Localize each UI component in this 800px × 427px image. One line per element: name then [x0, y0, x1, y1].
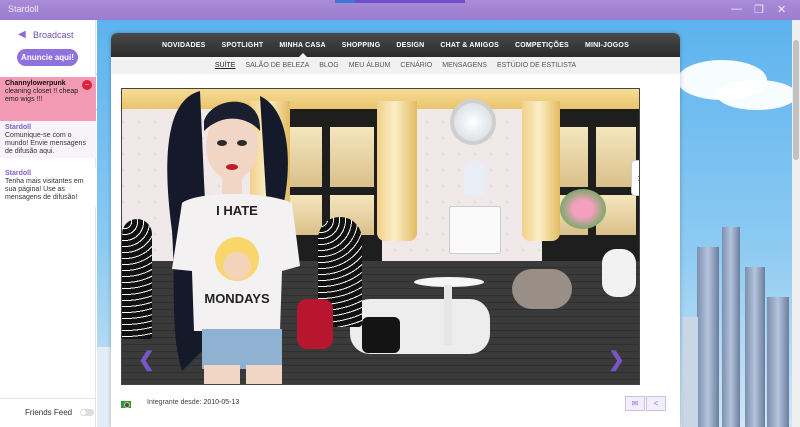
restore-icon[interactable]: ❐ — [754, 3, 764, 16]
nav-chat-amigos[interactable]: CHAT & AMIGOS — [432, 42, 507, 49]
dog — [602, 249, 636, 297]
nav-mini-jogos[interactable]: MINI-JOGOS — [577, 42, 637, 49]
suite-room-scene: I HATE MONDAYS ❮ ❯ › ▣ ⌂ ⌒ ▭ ◙ ⤢ ✓ — [121, 88, 640, 385]
table-stand — [444, 285, 452, 345]
expand-panel-button[interactable]: › — [631, 160, 639, 196]
broadcast-sidebar: ◀ Broadcast Anuncie aqui! Channylowerpun… — [0, 20, 96, 427]
curtain-drape — [522, 101, 560, 241]
skyscraper — [722, 227, 740, 427]
main-panel: NOVIDADES SPOTLIGHT MINHA CASA SHOPPING … — [111, 33, 680, 427]
broadcast-message[interactable]: Stardoll Tenha mais visitantes em sua pá… — [0, 167, 96, 207]
subnav-mensagens[interactable]: MENSAGENS — [437, 62, 492, 69]
broadcast-message[interactable]: Stardoll Comunique-se com o mundo! Envie… — [0, 121, 96, 158]
subnav-suite[interactable]: SUÍTE — [210, 62, 241, 69]
nav-spotlight[interactable]: SPOTLIGHT — [213, 42, 271, 49]
title-accent-blue — [335, 0, 355, 3]
message-text: cleaning closet !! cheap emo wigs !!! — [5, 88, 79, 103]
friends-feed-label: Friends Feed — [25, 408, 73, 417]
cloud — [717, 80, 797, 110]
avatar-character[interactable]: I HATE MONDAYS — [142, 91, 312, 385]
nav-shopping[interactable]: SHOPPING — [334, 42, 389, 49]
building — [97, 347, 111, 427]
megaphone-icon: ◀ — [18, 29, 26, 40]
cat — [512, 269, 572, 309]
window-title: Stardoll — [8, 4, 39, 14]
member-since: Integrante desde: 2010-05-13 — [147, 399, 239, 406]
friends-feed-toggle[interactable] — [80, 409, 95, 416]
broadcast-header: ◀ Broadcast — [18, 29, 74, 40]
subnav-estudio-de-estilista[interactable]: ESTÚDIO DE ESTILISTA — [492, 62, 581, 69]
dismiss-icon[interactable]: – — [82, 80, 92, 90]
subnav-cenario[interactable]: CENÁRIO — [395, 62, 437, 69]
skyscraper — [745, 267, 765, 427]
divider — [0, 398, 96, 399]
shirt-text-line2: MONDAYS — [204, 291, 270, 306]
side-table — [449, 206, 501, 254]
brazil-flag-icon — [121, 401, 131, 408]
subnav-meu-album[interactable]: MEU ÁLBUM — [344, 62, 396, 69]
page-scrollbar[interactable] — [792, 20, 800, 427]
share-icon[interactable]: < — [646, 396, 666, 411]
subnav-blog[interactable]: BLOG — [314, 62, 343, 69]
next-room-arrow[interactable]: ❯ — [608, 347, 625, 372]
broadcast-message[interactable]: Channylowerpunk cleaning closet !! cheap… — [0, 77, 96, 122]
title-bar: Stardoll — ❐ ✕ — [0, 0, 800, 20]
footer-actions: ✉ < — [625, 396, 666, 411]
previous-room-arrow[interactable]: ❮ — [138, 347, 155, 372]
member-since-date: 2010-05-13 — [203, 399, 240, 406]
round-mirror — [450, 99, 496, 145]
broadcast-label: Broadcast — [33, 29, 74, 40]
nav-competicoes[interactable]: COMPETIÇÕES — [507, 42, 577, 49]
message-text: Tenha mais visitantes em sua página! Use… — [5, 178, 84, 201]
friends-feed-toggle-row[interactable]: Friends Feed — [25, 408, 95, 417]
title-accent-purple — [355, 0, 465, 3]
member-since-label: Integrante desde: — [147, 399, 202, 406]
curtain-drape — [377, 101, 417, 241]
advertise-button[interactable]: Anuncie aqui! — [17, 49, 78, 66]
skyscraper — [697, 247, 719, 427]
scrollbar-thumb[interactable] — [793, 40, 799, 160]
flower-arrangement — [560, 189, 606, 229]
subnav-salao-de-beleza[interactable]: SALÃO DE BELEZA — [240, 62, 314, 69]
vase — [464, 161, 486, 195]
message-user[interactable]: Stardoll — [5, 124, 91, 132]
handbag — [362, 317, 400, 353]
building — [682, 317, 698, 427]
sub-navigation: SUÍTE SALÃO DE BELEZA BLOG MEU ÁLBUM CEN… — [111, 57, 680, 74]
message-user[interactable]: Channylowerpunk — [5, 80, 91, 88]
top-navigation: NOVIDADES SPOTLIGHT MINHA CASA SHOPPING … — [111, 33, 680, 57]
skyscraper — [767, 297, 789, 427]
message-icon[interactable]: ✉ — [625, 396, 645, 411]
nav-minha-casa[interactable]: MINHA CASA — [271, 42, 333, 57]
shirt-text-line1: I HATE — [216, 203, 258, 218]
close-icon[interactable]: ✕ — [777, 3, 786, 16]
nav-design[interactable]: DESIGN — [388, 42, 432, 49]
minimize-icon[interactable]: — — [731, 3, 742, 15]
message-text: Comunique-se com o mundo! Envie mensagen… — [5, 132, 86, 155]
nav-novidades[interactable]: NOVIDADES — [154, 42, 213, 49]
message-user[interactable]: Stardoll — [5, 170, 91, 178]
